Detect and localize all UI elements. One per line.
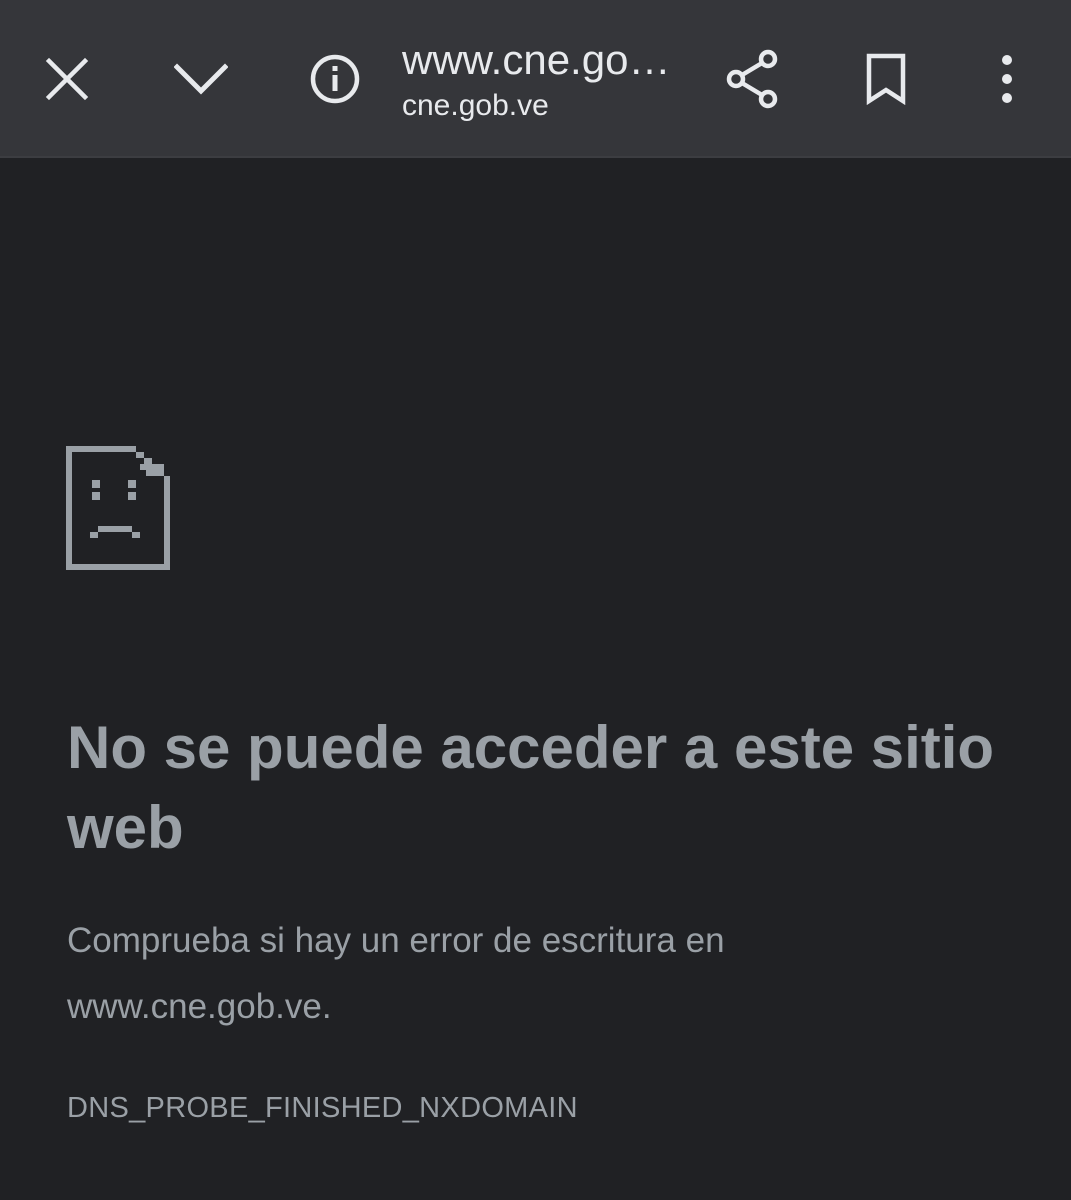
url-block[interactable]: www.cne.go… cne.gob.ve (402, 36, 692, 124)
bookmark-button[interactable] (846, 39, 926, 119)
browser-toolbar: www.cne.go… cne.gob.ve (0, 0, 1071, 158)
bookmark-icon (866, 53, 906, 105)
error-message-line1: Comprueba si hay un error de escritura e… (67, 921, 725, 960)
minimize-button[interactable] (161, 39, 241, 119)
site-info-button[interactable] (295, 39, 375, 119)
more-vert-icon (1002, 55, 1012, 103)
sad-page-icon (66, 446, 170, 575)
url-domain: cne.gob.ve (402, 89, 549, 122)
error-page: No se puede acceder a este sitio web Com… (0, 160, 1071, 1200)
close-tab-button[interactable] (27, 39, 107, 119)
error-message-line2: www.cne.gob.ve. (67, 987, 332, 1026)
error-code: DNS_PROBE_FINISHED_NXDOMAIN (67, 1092, 578, 1124)
share-button[interactable] (712, 39, 792, 119)
more-options-button[interactable] (967, 39, 1047, 119)
chevron-down-icon (174, 63, 228, 95)
info-icon (310, 54, 360, 104)
url-title: www.cne.go… (402, 36, 671, 83)
share-icon (726, 49, 778, 109)
error-message: Comprueba si hay un error de escritura e… (67, 908, 1027, 1040)
close-icon (45, 57, 89, 101)
error-heading: No se puede acceder a este sitio web (67, 714, 995, 861)
